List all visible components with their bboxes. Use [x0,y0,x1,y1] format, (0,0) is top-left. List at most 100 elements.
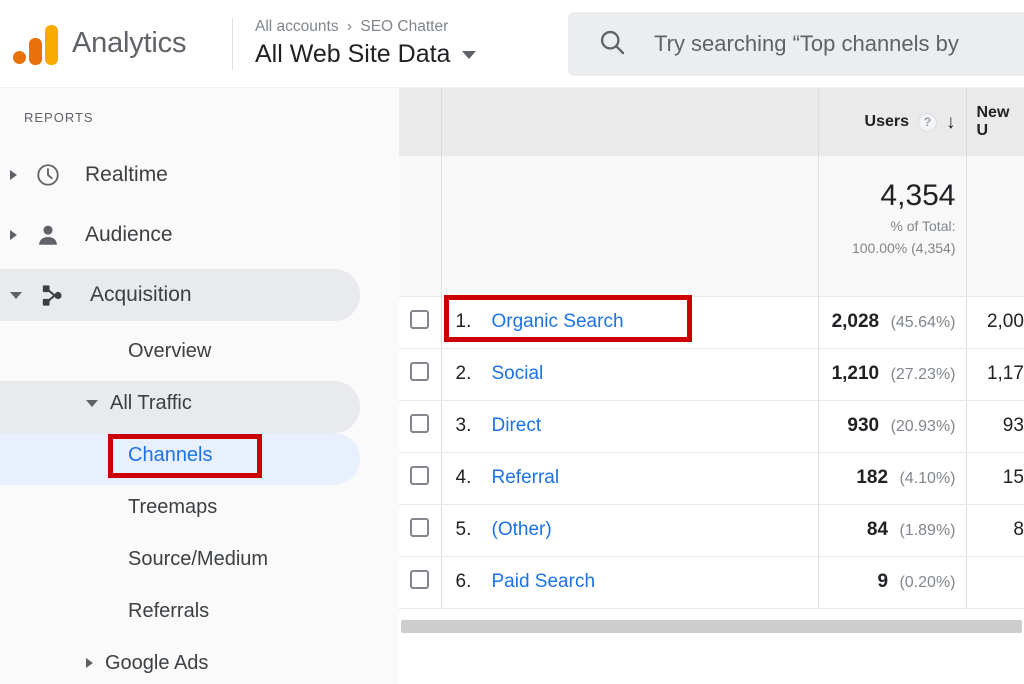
sidebar-item-label: Referrals [128,599,210,622]
row-users-cell: 2,028 (45.64%) [818,296,967,349]
chevron-down-icon[interactable] [462,50,477,59]
sidebar-item-label: Google Ads [105,651,209,674]
sidebar-item-source-medium[interactable]: Source/Medium [0,533,399,585]
users-value: 2,028 [831,311,880,332]
dimension-header [441,88,819,156]
sidebar-item-label: Acquisition [90,283,192,306]
row-checkbox[interactable] [410,570,430,589]
channels-table: Users ? ↓ New U 4,354 % of Total: 100.00… [399,88,1024,609]
channel-link[interactable]: Social [492,363,544,385]
users-percent: (0.20%) [899,574,956,591]
table-row[interactable]: 4. Referral 182 (4.10%) 152 [399,452,1024,505]
app-header: Analytics All accounts › SEO Chatter All… [0,0,1024,88]
sidebar-item-audience[interactable]: Audience [0,205,399,265]
clock-icon [33,160,63,190]
row-checkbox[interactable] [410,518,430,537]
breadcrumb-account-name[interactable]: SEO Chatter [360,18,448,35]
analytics-app: Analytics All accounts › SEO Chatter All… [0,0,1024,684]
search-icon [598,28,626,61]
select-all-header[interactable] [399,88,442,156]
sidebar-item-referrals[interactable]: Referrals [0,585,399,637]
sidebar-item-label: Realtime [85,163,168,186]
horizontal-scrollbar-thumb[interactable] [401,620,1022,633]
sidebar-item-google-ads[interactable]: Google Ads [0,637,399,684]
row-checkbox[interactable] [410,414,430,433]
row-checkbox-cell[interactable] [399,504,442,557]
sidebar-item-acquisition[interactable]: Acquisition [0,265,399,325]
row-rank: 2. [455,363,472,384]
expand-triangle-icon[interactable] [10,230,17,240]
help-icon[interactable]: ? [918,112,937,132]
sidebar-item-realtime[interactable]: Realtime [0,145,399,205]
row-dimension-cell: 4. Referral [441,452,819,505]
row-checkbox[interactable] [410,362,430,381]
row-users-cell: 1,210 (27.23%) [818,348,967,401]
new-users-value: 930 [1002,415,1024,436]
channel-link[interactable]: (Other) [492,519,552,541]
row-checkbox-cell[interactable] [399,296,442,349]
table-row[interactable]: 2. Social 1,210 (27.23%) 1,173 [399,348,1024,401]
new-users-value: 152 [1002,467,1024,488]
table-row[interactable]: 1. Organic Search 2,028 (45.64%) 2,008 [399,296,1024,349]
row-rank: 1. [455,311,472,332]
totals-row: 4,354 % of Total: 100.00% (4,354) % 100.… [399,156,1024,297]
totals-new-users-percent: 100.00 [971,239,1024,258]
expand-triangle-icon[interactable] [86,658,93,668]
new-users-column-header[interactable]: New U [966,88,1024,156]
row-new-users-cell: 152 [966,452,1024,505]
breadcrumb-all-accounts[interactable]: All accounts [255,18,339,35]
table-row[interactable]: 5. (Other) 84 (1.89%) 83 [399,504,1024,557]
row-checkbox-cell[interactable] [399,348,442,401]
users-header-label: Users [864,113,909,130]
totals-dimension-cell [441,156,819,297]
collapse-triangle-icon[interactable] [86,399,98,407]
row-users-cell: 182 (4.10%) [818,452,967,505]
google-analytics-logo-icon [12,23,58,65]
row-new-users-cell: 9 [966,556,1024,609]
channel-link[interactable]: Organic Search [492,311,624,333]
sidebar-item-channels[interactable]: Channels [0,429,399,485]
logo-bar-tall [45,24,58,65]
row-dimension-cell: 2. Social [441,348,819,401]
view-selector-row[interactable]: All Web Site Data [255,39,477,70]
expand-triangle-icon[interactable] [10,170,17,180]
table-row[interactable]: 6. Paid Search 9 (0.20%) 9 [399,556,1024,609]
row-dimension-cell: 6. Paid Search [441,556,819,609]
channel-link[interactable]: Direct [492,415,542,437]
table-row[interactable]: 3. Direct 930 (20.93%) 930 [399,400,1024,453]
sidebar-item-label: All Traffic [110,391,192,414]
users-column-header[interactable]: Users ? ↓ [818,88,967,156]
row-checkbox[interactable] [410,466,430,485]
channel-link[interactable]: Paid Search [492,571,596,593]
collapse-triangle-icon[interactable] [10,291,22,299]
account-selector[interactable]: All accounts › SEO Chatter All Web Site … [255,17,477,70]
users-percent: (27.23%) [890,366,956,383]
row-checkbox-cell[interactable] [399,400,442,453]
search-input[interactable]: Try searching “Top channels by [568,12,1024,76]
sidebar-item-label: Overview [128,339,212,362]
row-dimension-cell: 1. Organic Search [441,296,819,349]
sidebar-item-all-traffic[interactable]: All Traffic [0,377,399,433]
row-dimension-cell: 3. Direct [441,400,819,453]
sidebar-item-label: Treemaps [128,495,218,518]
users-percent: (1.89%) [899,522,956,539]
person-icon [33,220,63,250]
horizontal-scrollbar-track[interactable] [399,620,1024,633]
row-checkbox-cell[interactable] [399,556,442,609]
row-checkbox-cell[interactable] [399,452,442,505]
sidebar-item-overview[interactable]: Overview [0,325,399,377]
acquisition-nodes-icon [38,280,68,310]
row-dimension-cell: 5. (Other) [441,504,819,557]
new-users-header-label: New U [976,104,1010,139]
totals-new-users-cell: % 100.00 [966,156,1024,297]
totals-users-label: % of Total: [890,218,956,234]
brand-block[interactable]: Analytics [0,23,232,65]
arrow-down-icon[interactable]: ↓ [946,113,956,132]
row-checkbox[interactable] [410,310,430,329]
totals-checkbox-cell [399,156,442,297]
row-users-cell: 930 (20.93%) [818,400,967,453]
users-value: 84 [866,519,889,540]
sidebar-item-treemaps[interactable]: Treemaps [0,481,399,533]
row-rank: 4. [455,467,472,488]
channel-link[interactable]: Referral [492,467,560,489]
